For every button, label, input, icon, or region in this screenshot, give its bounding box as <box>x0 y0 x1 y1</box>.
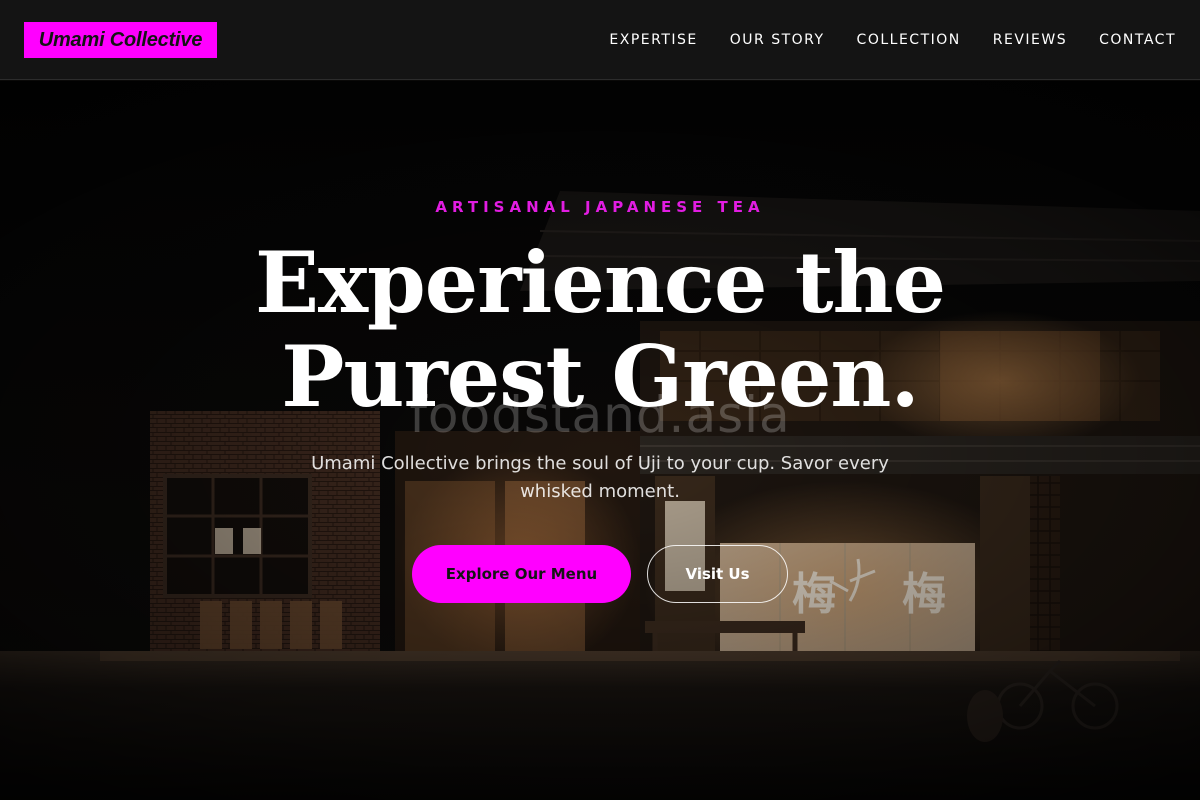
nav-link-reviews[interactable]: REVIEWS <box>993 32 1067 48</box>
hero-section: 梅 梅 <box>0 81 1200 800</box>
hero-cta-group: Explore Our Menu Visit Us <box>0 545 1200 603</box>
headline-line-2: Purest Green. <box>281 327 919 426</box>
nav-link-our-story[interactable]: OUR STORY <box>730 32 825 48</box>
explore-menu-button[interactable]: Explore Our Menu <box>412 545 631 603</box>
brand-logo[interactable]: Umami Collective <box>24 22 217 58</box>
visit-us-button[interactable]: Visit Us <box>647 545 788 603</box>
main-nav: EXPERTISE OUR STORY COLLECTION REVIEWS C… <box>609 0 1176 80</box>
hero-eyebrow: ARTISANAL JAPANESE TEA <box>435 198 765 216</box>
nav-link-collection[interactable]: COLLECTION <box>857 32 961 48</box>
hero-headline: Experience the Purest Green. <box>150 236 1050 424</box>
hero-subtext: Umami Collective brings the soul of Uji … <box>311 453 889 502</box>
headline-line-1: Experience the <box>254 233 946 332</box>
nav-link-expertise[interactable]: EXPERTISE <box>609 32 697 48</box>
landing-page: Umami Collective EXPERTISE OUR STORY COL… <box>0 0 1200 800</box>
site-header: Umami Collective EXPERTISE OUR STORY COL… <box>0 0 1200 80</box>
nav-link-contact[interactable]: CONTACT <box>1099 32 1176 48</box>
